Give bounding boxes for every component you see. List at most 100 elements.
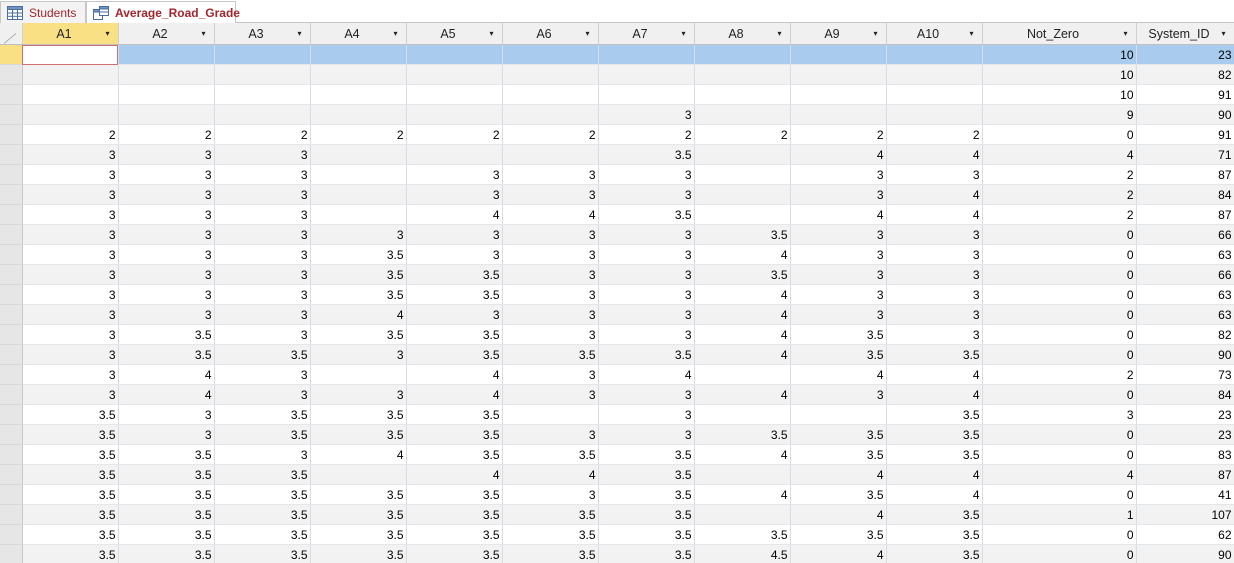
table-cell[interactable] [118, 64, 215, 85]
table-cell[interactable] [790, 104, 887, 125]
table-cell[interactable]: 3 [598, 384, 695, 405]
table-cell[interactable]: 3 [502, 424, 599, 445]
record-selector[interactable] [0, 344, 23, 365]
table-cell[interactable]: 2 [310, 124, 407, 145]
table-cell[interactable]: 2 [598, 124, 695, 145]
table-cell[interactable]: 4 [886, 204, 983, 225]
table-row[interactable]: 3.5 3.5 3.5 4 4 3.5 4 4 4 87 [0, 464, 1234, 485]
table-cell[interactable]: 3.5 [22, 484, 119, 505]
table-cell[interactable]: 3 [502, 244, 599, 265]
table-cell[interactable]: 3.5 [406, 484, 503, 505]
record-selector[interactable] [0, 404, 23, 425]
table-cell[interactable] [310, 44, 407, 65]
table-cell[interactable]: 4 [118, 364, 215, 385]
table-row[interactable]: 3 3 3 4 3 3 3 4 3 3 0 63 [0, 304, 1234, 325]
record-selector[interactable] [0, 44, 23, 65]
table-cell[interactable] [214, 64, 311, 85]
table-cell[interactable]: 4 [406, 464, 503, 485]
table-cell[interactable]: 4 [790, 364, 887, 385]
table-cell[interactable] [502, 104, 599, 125]
filter-dropdown-icon[interactable]: ▾ [967, 29, 977, 39]
column-header-a2[interactable]: A2 ▾ [118, 23, 215, 45]
table-cell[interactable]: 3.5 [22, 524, 119, 545]
record-selector[interactable] [0, 184, 23, 205]
table-cell[interactable] [406, 84, 503, 105]
table-cell[interactable]: 3 [118, 304, 215, 325]
table-cell[interactable] [22, 44, 119, 65]
table-cell[interactable]: 3 [886, 284, 983, 305]
table-cell[interactable]: 3.5 [118, 444, 215, 465]
tab-students[interactable]: Students [0, 1, 86, 23]
record-selector[interactable] [0, 524, 23, 545]
table-cell[interactable] [886, 84, 983, 105]
table-cell[interactable]: 87 [1136, 204, 1234, 225]
table-cell[interactable]: 3 [598, 304, 695, 325]
column-header-a3[interactable]: A3 ▾ [214, 23, 311, 45]
table-row[interactable]: 10 23 [0, 44, 1234, 65]
filter-dropdown-icon[interactable]: ▾ [583, 29, 593, 39]
table-cell[interactable] [886, 104, 983, 125]
table-cell[interactable] [406, 44, 503, 65]
table-cell[interactable]: 3.5 [310, 504, 407, 525]
table-cell[interactable] [310, 144, 407, 165]
table-cell[interactable]: 83 [1136, 444, 1234, 465]
select-all-corner[interactable] [0, 23, 23, 45]
table-row[interactable]: 3 3 3 4 4 3.5 4 4 2 87 [0, 204, 1234, 225]
table-cell[interactable]: 3 [886, 264, 983, 285]
table-cell[interactable]: 3 [598, 424, 695, 445]
table-row[interactable]: 3 3.5 3 3.5 3.5 3 3 4 3.5 3 0 82 [0, 324, 1234, 345]
table-cell[interactable]: 3.5 [22, 444, 119, 465]
filter-dropdown-icon[interactable]: ▾ [103, 29, 113, 39]
table-cell[interactable]: 4 [694, 284, 791, 305]
table-cell[interactable]: 82 [1136, 324, 1234, 345]
table-cell[interactable]: 3 [22, 164, 119, 185]
record-selector[interactable] [0, 544, 23, 563]
table-cell[interactable]: 3 [406, 184, 503, 205]
table-cell[interactable]: 3.5 [886, 424, 983, 445]
table-cell[interactable]: 3 [22, 344, 119, 365]
record-selector[interactable] [0, 504, 23, 525]
table-cell[interactable]: 0 [982, 284, 1137, 305]
table-cell[interactable]: 2 [694, 124, 791, 145]
table-cell[interactable]: 3 [118, 224, 215, 245]
table-cell[interactable]: 2 [982, 204, 1137, 225]
table-cell[interactable]: 3.5 [598, 464, 695, 485]
table-row[interactable]: 10 91 [0, 84, 1234, 105]
table-row[interactable]: 3 9 90 [0, 104, 1234, 125]
table-cell[interactable]: 3.5 [598, 524, 695, 545]
record-selector[interactable] [0, 284, 23, 305]
table-cell[interactable]: 2 [118, 124, 215, 145]
table-cell[interactable]: 3 [790, 164, 887, 185]
table-cell[interactable]: 3.5 [502, 344, 599, 365]
table-cell[interactable]: 3 [790, 244, 887, 265]
table-cell[interactable]: 0 [982, 124, 1137, 145]
table-cell[interactable]: 3.5 [118, 344, 215, 365]
table-cell[interactable]: 3 [790, 264, 887, 285]
column-header-a6[interactable]: A6 ▾ [502, 23, 599, 45]
record-selector[interactable] [0, 84, 23, 105]
table-cell[interactable]: 3 [598, 164, 695, 185]
table-cell[interactable]: 0 [982, 264, 1137, 285]
table-cell[interactable]: 2 [502, 124, 599, 145]
table-cell[interactable]: 3 [886, 324, 983, 345]
table-cell[interactable]: 3.5 [790, 344, 887, 365]
table-cell[interactable]: 3 [406, 304, 503, 325]
table-row[interactable]: 10 82 [0, 64, 1234, 85]
record-selector[interactable] [0, 464, 23, 485]
table-cell[interactable]: 0 [982, 484, 1137, 505]
table-cell[interactable]: 3 [310, 384, 407, 405]
table-cell[interactable]: 3.5 [406, 524, 503, 545]
table-cell[interactable]: 73 [1136, 364, 1234, 385]
table-cell[interactable] [310, 164, 407, 185]
table-cell[interactable] [694, 104, 791, 125]
table-cell[interactable]: 3 [22, 384, 119, 405]
table-cell[interactable]: 1 [982, 504, 1137, 525]
table-cell[interactable]: 4 [694, 484, 791, 505]
table-cell[interactable]: 3 [502, 384, 599, 405]
filter-dropdown-icon[interactable]: ▾ [775, 29, 785, 39]
table-cell[interactable]: 3.5 [886, 504, 983, 525]
table-cell[interactable]: 90 [1136, 104, 1234, 125]
table-cell[interactable]: 3.5 [790, 484, 887, 505]
record-selector[interactable] [0, 244, 23, 265]
table-cell[interactable]: 3 [886, 224, 983, 245]
